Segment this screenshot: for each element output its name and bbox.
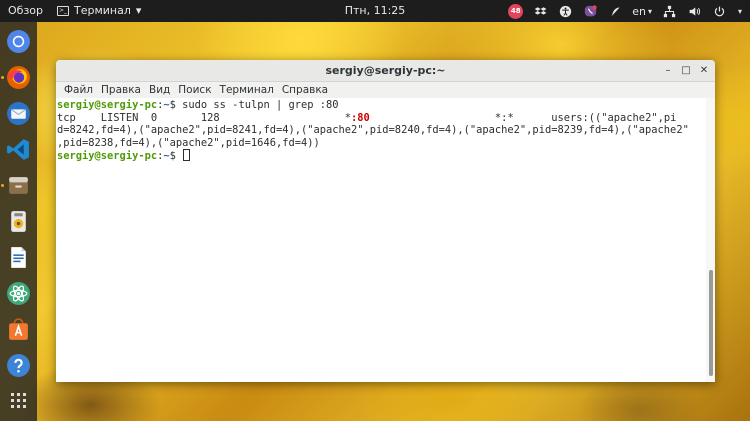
text-cursor xyxy=(183,149,191,161)
app-menu-label: Терминал xyxy=(74,4,131,17)
rhythmbox-icon[interactable] xyxy=(5,208,32,235)
app-menu-button[interactable]: >_ Терминал ▾ xyxy=(57,4,141,17)
software-center-icon[interactable] xyxy=(5,316,32,343)
scrollbar[interactable] xyxy=(706,98,715,382)
dropbox-icon[interactable] xyxy=(532,3,548,19)
show-apps-icon[interactable] xyxy=(11,393,26,408)
libreoffice-writer-icon[interactable] xyxy=(5,244,32,271)
menu-view[interactable]: Вид xyxy=(145,84,174,96)
menu-edit[interactable]: Правка xyxy=(97,84,145,96)
files-icon[interactable] xyxy=(5,172,32,199)
prompt-user: sergiy@sergiy-pc xyxy=(57,150,158,162)
language-label: en xyxy=(632,4,646,18)
volume-icon[interactable] xyxy=(686,3,702,19)
notification-badge-icon[interactable]: 48 xyxy=(508,3,524,19)
output-text: *:* users:(("apache2",pi xyxy=(369,111,677,124)
menu-file[interactable]: Файл xyxy=(60,84,97,96)
running-indicator-icon xyxy=(1,184,4,187)
running-indicator-icon xyxy=(1,76,4,79)
output-text: tcp LISTEN 0 128 * xyxy=(57,111,352,124)
viber-icon[interactable] xyxy=(582,3,598,19)
output-line: tcp LISTEN 0 128 *:80 *:* users:(("apach… xyxy=(57,112,706,125)
prompt-dollar: $ xyxy=(169,150,183,162)
command-text: sudo ss -tulpn | grep :80 xyxy=(182,99,339,111)
port-highlight: :80 xyxy=(351,111,370,124)
help-icon[interactable] xyxy=(5,352,32,379)
chevron-down-icon: ▾ xyxy=(135,4,142,17)
dock xyxy=(0,22,37,421)
window-title: sergiy@sergiy-pc:~ xyxy=(325,64,446,77)
maximize-button[interactable]: □ xyxy=(678,63,694,79)
chevron-down-icon: ▾ xyxy=(647,6,652,16)
output-line: ,pid=8238,fd=4),("apache2",pid=1646,fd=4… xyxy=(57,136,320,149)
current-prompt-line: sergiy@sergiy-pc:~$ xyxy=(57,149,706,163)
vscode-icon[interactable] xyxy=(5,136,32,163)
menu-bar: Файл Правка Вид Поиск Терминал Справка xyxy=(56,82,715,98)
atom-icon[interactable] xyxy=(5,280,32,307)
prompt-dollar: $ xyxy=(169,99,183,111)
scrollbar-thumb[interactable] xyxy=(709,270,713,376)
terminal-output[interactable]: sergiy@sergiy-pc:~$ sudo ss -tulpn | gre… xyxy=(56,98,706,382)
close-button[interactable]: ✕ xyxy=(696,63,712,79)
thunderbird-icon[interactable] xyxy=(5,100,32,127)
menu-help[interactable]: Справка xyxy=(278,84,332,96)
menu-search[interactable]: Поиск xyxy=(174,84,215,96)
output-line: d=8242,fd=4),("apache2",pid=8241,fd=4),(… xyxy=(57,124,689,136)
power-icon[interactable] xyxy=(711,3,727,19)
terminal-app-icon: >_ xyxy=(57,5,69,16)
menu-terminal[interactable]: Терминал xyxy=(216,84,278,96)
window-titlebar[interactable]: sergiy@sergiy-pc:~ – □ ✕ xyxy=(56,60,715,82)
terminal-window: sergiy@sergiy-pc:~ – □ ✕ Файл Правка Вид… xyxy=(56,60,715,382)
feather-icon[interactable] xyxy=(607,3,623,19)
clock-button[interactable]: Птн, 11:25 xyxy=(345,4,406,17)
network-icon[interactable] xyxy=(661,3,677,19)
activities-button[interactable]: Обзор xyxy=(8,4,43,17)
accessibility-icon[interactable] xyxy=(557,3,573,19)
minimize-button[interactable]: – xyxy=(660,63,676,79)
firefox-icon[interactable] xyxy=(5,64,32,91)
command-line: sergiy@sergiy-pc:~$ sudo ss -tulpn | gre… xyxy=(57,99,706,112)
language-selector[interactable]: en ▾ xyxy=(632,3,652,19)
system-tray: 48 en ▾ ▾ xyxy=(508,2,744,20)
chromium-icon[interactable] xyxy=(5,28,32,55)
top-bar: Обзор >_ Терминал ▾ Птн, 11:25 48 en ▾ ▾ xyxy=(0,0,750,22)
prompt-user: sergiy@sergiy-pc xyxy=(57,99,158,111)
chevron-down-icon[interactable]: ▾ xyxy=(736,3,744,19)
